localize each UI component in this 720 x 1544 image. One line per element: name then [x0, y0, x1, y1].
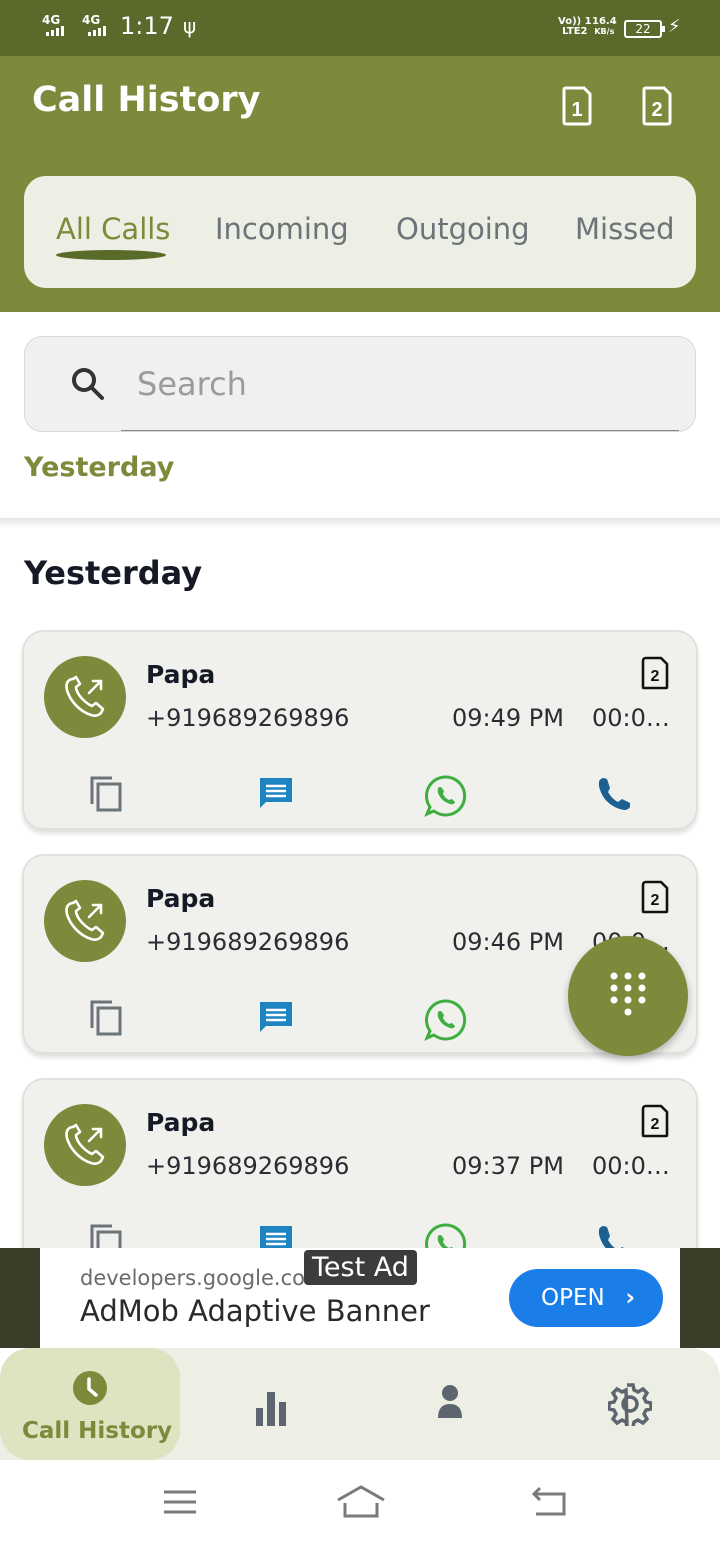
svg-text:1: 1: [571, 99, 582, 121]
back-icon[interactable]: [530, 1486, 568, 1518]
ad-domain: developers.google.com: [80, 1266, 326, 1290]
page-title: Call History: [32, 80, 261, 120]
usb-icon: ψ: [183, 14, 197, 38]
divider: [0, 518, 720, 528]
nav-item-call-history[interactable]: Call History: [0, 1348, 180, 1460]
call-time: 09:49 PM: [452, 704, 564, 732]
speed-unit: KB/s: [594, 27, 615, 36]
svg-text:2: 2: [651, 668, 660, 685]
copy-icon: [90, 1000, 122, 1036]
tab-missed[interactable]: Missed: [575, 212, 675, 246]
active-tab-indicator: [56, 250, 166, 260]
call-back-button[interactable]: [594, 774, 638, 818]
search-icon: [72, 368, 104, 400]
send-message-button[interactable]: [256, 774, 300, 818]
phone-number: +919689269896: [146, 928, 350, 956]
ad-open-label: OPEN: [541, 1285, 605, 1311]
search-input[interactable]: Search: [137, 365, 247, 403]
copy-number-button[interactable]: [86, 998, 130, 1042]
svg-text:2: 2: [651, 99, 662, 121]
call-type-tabs: All Calls Incoming Outgoing Missed: [24, 176, 696, 288]
call-type-avatar: [44, 880, 126, 962]
app-bar: Call History 1 2 All Calls Incoming Outg…: [0, 56, 720, 312]
clock-icon: [73, 1371, 107, 1405]
phone-number: +919689269896: [146, 704, 350, 732]
copy-number-button[interactable]: [86, 774, 130, 818]
gear-icon: [608, 1383, 652, 1426]
sim1-signal-icon: [46, 26, 64, 36]
sim2-network-type: 4G: [82, 13, 101, 27]
call-type-avatar: [44, 656, 126, 738]
search-bar[interactable]: Search: [24, 336, 696, 432]
ad-headline: AdMob Adaptive Banner: [80, 1294, 430, 1328]
search-underline: [121, 430, 679, 431]
nav-item-statistics[interactable]: [230, 1348, 310, 1460]
volte-indicator: Vo)) 1 LTE2: [558, 17, 592, 37]
battery-icon: 22: [624, 20, 665, 38]
speed-value: 16.4: [592, 16, 617, 27]
nav-label-call-history: Call History: [22, 1418, 173, 1444]
chevron-right-icon: ›: [625, 1285, 635, 1311]
person-icon: [438, 1385, 462, 1418]
phone-number: +919689269896: [146, 1152, 350, 1180]
whatsapp-icon: [424, 999, 467, 1041]
send-message-button[interactable]: [256, 998, 300, 1042]
outgoing-call-icon: [65, 899, 105, 941]
ad-banner[interactable]: developers.google.com AdMob Adaptive Ban…: [40, 1248, 680, 1348]
bar-chart-icon: [256, 1392, 286, 1426]
call-time: 09:46 PM: [452, 928, 564, 956]
date-filter-label[interactable]: Yesterday: [24, 452, 174, 483]
nav-item-settings[interactable]: [590, 1348, 670, 1460]
sim-badge-icon: 2: [641, 880, 669, 914]
sim-badge-icon: 2: [641, 656, 669, 690]
ad-open-button[interactable]: OPEN ›: [509, 1269, 663, 1327]
sim1-icon: 1: [562, 86, 592, 126]
sim2-icon: 2: [642, 86, 672, 126]
whatsapp-button[interactable]: [424, 774, 468, 818]
outgoing-call-icon: [65, 1123, 105, 1165]
sim2-signal-icon: [88, 26, 106, 36]
tab-incoming[interactable]: Incoming: [215, 212, 349, 246]
charging-icon: ⚡: [668, 16, 681, 37]
contact-name: Papa: [146, 884, 216, 913]
test-ad-badge: Test Ad: [304, 1250, 417, 1285]
tab-all-calls[interactable]: All Calls: [56, 212, 170, 246]
call-time: 09:37 PM: [452, 1152, 564, 1180]
sim-badge-icon: 2: [641, 1104, 669, 1138]
dialpad-icon: [610, 972, 646, 1016]
copy-icon: [90, 776, 122, 812]
call-log-card[interactable]: Papa +919689269896 09:49 PM 00:00 ... 2: [22, 630, 698, 830]
home-icon[interactable]: [336, 1484, 386, 1520]
call-duration: 00:00 ...: [592, 1152, 682, 1180]
whatsapp-icon: [424, 775, 467, 817]
nav-item-contacts[interactable]: [410, 1348, 490, 1460]
status-time: 1:17: [120, 12, 174, 40]
sim2-filter-button[interactable]: 2: [636, 84, 676, 128]
contact-name: Papa: [146, 1108, 216, 1137]
contact-name: Papa: [146, 660, 216, 689]
whatsapp-button[interactable]: [424, 998, 468, 1042]
call-duration: 00:00 ...: [592, 704, 682, 732]
outgoing-call-icon: [65, 675, 105, 717]
lte-label: LTE2: [562, 26, 588, 37]
dialpad-button[interactable]: [568, 936, 688, 1056]
message-icon: [260, 778, 292, 808]
status-bar: 4G 4G 1:17 ψ Vo)) 1 LTE2 16.4 KB/s 22 ⚡: [0, 0, 720, 56]
svg-text:2: 2: [651, 892, 660, 909]
call-type-avatar: [44, 1104, 126, 1186]
svg-text:2: 2: [651, 1116, 660, 1133]
network-speed: 16.4 KB/s: [592, 17, 617, 37]
message-icon: [260, 1002, 292, 1032]
phone-icon: [598, 778, 630, 810]
section-header: Yesterday: [24, 554, 203, 592]
sim1-filter-button[interactable]: 1: [556, 84, 596, 128]
system-navigation-bar: [0, 1460, 720, 1544]
tab-outgoing[interactable]: Outgoing: [396, 212, 530, 246]
bottom-navigation: Call History: [0, 1348, 720, 1460]
sim1-network-type: 4G: [42, 13, 61, 27]
recents-menu-icon[interactable]: [162, 1488, 198, 1516]
